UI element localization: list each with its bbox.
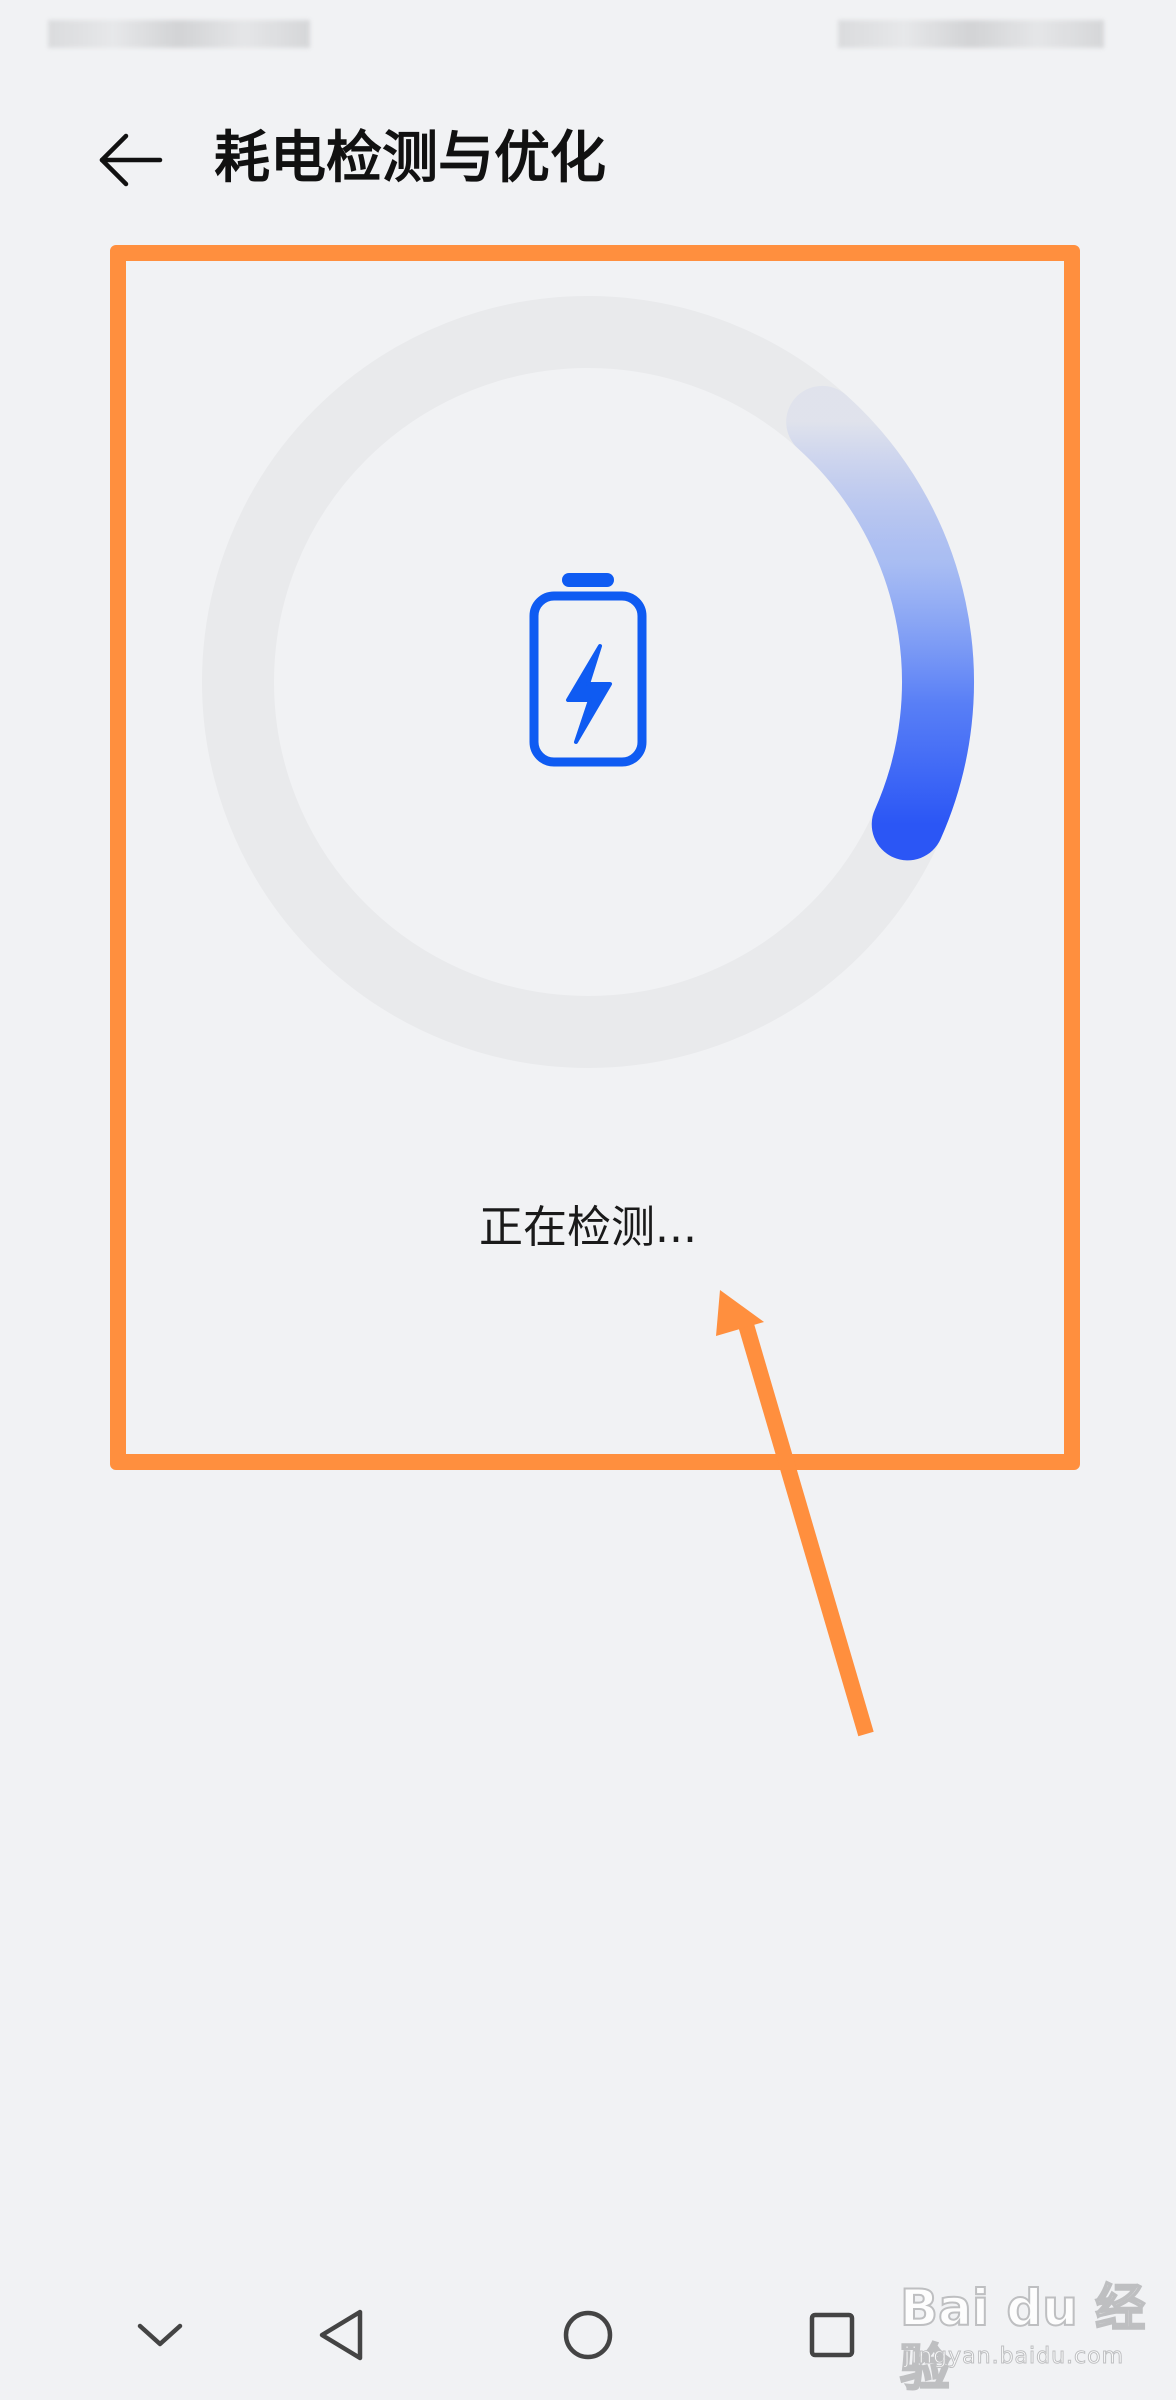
detection-progress-ring: [196, 290, 980, 1074]
app-header: 耗电检测与优化: [0, 100, 1176, 220]
nav-back-button[interactable]: [302, 2290, 382, 2380]
arrow-left-icon: [99, 133, 163, 187]
status-bar: [0, 0, 1176, 60]
nav-recent-button[interactable]: [792, 2290, 872, 2380]
back-button[interactable]: [88, 120, 168, 200]
nav-collapse-button[interactable]: [120, 2290, 200, 2380]
battery-charging-icon: [529, 573, 647, 767]
baidu-jingyan-watermark: Bai du 经验 jingyan.baidu.com: [899, 2278, 1150, 2398]
recent-square-icon: [809, 2312, 855, 2358]
back-triangle-icon: [319, 2309, 363, 2361]
progress-arc: [786, 385, 974, 861]
nav-home-button[interactable]: [548, 2290, 628, 2380]
page-title: 耗电检测与优化: [214, 126, 606, 191]
status-bar-right-blurred: [838, 20, 1104, 48]
chevron-down-icon: [137, 2323, 183, 2347]
home-circle-icon: [563, 2310, 613, 2360]
watermark-logo: Bai du 经验: [899, 2278, 1146, 2398]
watermark-url: jingyan.baidu.com: [903, 2344, 1125, 2370]
detection-status-text: 正在检测...: [479, 1202, 697, 1253]
status-bar-left-blurred: [48, 20, 310, 48]
